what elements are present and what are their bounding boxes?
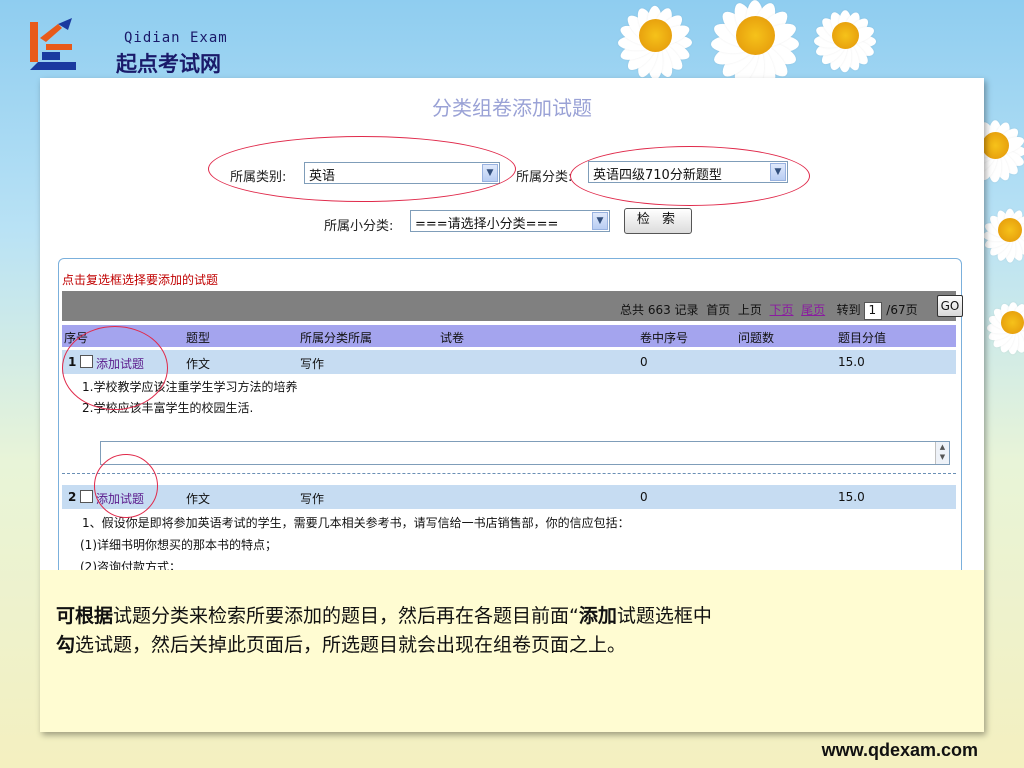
question-line: (2)咨询付款方式； — [80, 560, 181, 570]
pager-bar: 总共 663 记录 首页 上页 下页 尾页 转到 1 /67页 GO — [62, 291, 963, 321]
subclass-label: 所属小分类: — [324, 219, 394, 234]
daisy-core — [638, 18, 672, 52]
table-row: 1 添加试题 作文 写作 0 15.0 — [62, 350, 956, 374]
go-button[interactable]: GO — [937, 295, 963, 317]
row-type: 作文 — [186, 492, 211, 506]
caption-bold-1: 可根据 — [56, 605, 114, 627]
answer-textarea[interactable]: ▲ ▼ — [100, 441, 950, 465]
col-header-score: 题目分值 — [838, 331, 887, 345]
classify-label: 所属分类: — [516, 170, 573, 185]
pager-first[interactable]: 首页 — [706, 303, 730, 317]
brand-name-cn: 起点考试网 — [116, 51, 221, 76]
caption-bold-2: 添加 — [578, 605, 617, 627]
page-number-input[interactable]: 1 — [864, 301, 883, 320]
daisy-core — [981, 131, 1009, 159]
col-header-questions: 问题数 — [738, 331, 775, 345]
caption-text-3: 选试题，然后关掉此页面后，所选题目就会出现在组卷页面之上。 — [75, 634, 627, 656]
daisy-core — [831, 21, 859, 49]
daisy-core — [1001, 311, 1024, 334]
brand-name-en: Qidian Exam — [124, 30, 228, 46]
subclass-select-value: ===请选择小分类=== — [415, 217, 559, 232]
col-header-type: 题型 — [186, 331, 211, 345]
subclass-select[interactable]: ===请选择小分类=== ▼ — [410, 210, 610, 232]
brand-logo: Qidian Exam 起点考试网 — [28, 16, 228, 76]
caption-text-1: 试题分类来检索所要添加的题目，然后再在各题目前面“ — [113, 605, 579, 627]
table-header: 序号 题型 所属分类所属 试卷 卷中序号 问题数 题目分值 — [62, 325, 956, 347]
footer-url: www.qdexam.com — [821, 740, 978, 760]
logo-mark-icon — [30, 18, 76, 70]
col-header-index: 卷中序号 — [640, 331, 689, 345]
highlight-oval-add-1 — [62, 326, 168, 410]
daisy-decoration-top-far — [800, 0, 890, 80]
page-title: 分类组卷添加试题 — [432, 96, 592, 120]
row-number: 2 — [68, 490, 77, 504]
row-score: 15.0 — [838, 355, 865, 369]
row-type: 作文 — [186, 357, 211, 371]
chevron-down-icon: ▼ — [592, 212, 608, 230]
list-hint: 点击复选框选择要添加的试题 — [62, 273, 219, 287]
row-category: 写作 — [300, 357, 325, 371]
caption-bold-3: 勾 — [56, 634, 76, 656]
pager-prev[interactable]: 上页 — [738, 303, 762, 317]
table-row: 2 添加试题 作文 写作 0 15.0 — [62, 485, 956, 509]
embedded-screenshot: 分类组卷添加试题 所属类别: 英语 ▼ 所属分类: 英语四级710分新题型 ▼ … — [40, 78, 984, 570]
daisy-core — [735, 15, 775, 55]
search-button[interactable]: 检 索 — [624, 208, 692, 234]
question-line: 1、假设你是即将参加英语考试的学生，需要几本相关参考书，请写信给一书店销售部，你… — [82, 516, 630, 530]
daisy-core — [998, 218, 1022, 242]
col-header-paper: 试卷 — [440, 331, 465, 345]
row-index: 0 — [640, 355, 648, 369]
row-score: 15.0 — [838, 490, 865, 504]
question-line: (1)详细书明你想买的那本书的特点； — [80, 538, 277, 552]
row-checkbox[interactable] — [80, 490, 93, 503]
highlight-oval-classify — [570, 146, 810, 206]
slide-caption: 可根据试题分类来检索所要添加的题目，然后再在各题目前面“添加试题选框中勾选试题，… — [56, 602, 956, 660]
pager-goto-label: 转到 — [836, 303, 861, 317]
pager-last-link[interactable]: 尾页 — [801, 303, 825, 317]
pager-total: 总共 663 记录 — [620, 303, 699, 317]
pager-info: 总共 663 记录 首页 上页 下页 尾页 转到 1 /67页 — [620, 301, 918, 320]
highlight-oval-add-2 — [94, 454, 158, 518]
pager-next-link[interactable]: 下页 — [770, 303, 794, 317]
row-category: 写作 — [300, 492, 325, 506]
caption-text-2: 试题选框中 — [616, 605, 712, 627]
row-divider — [62, 473, 956, 474]
pager-total-pages: /67页 — [886, 303, 918, 317]
row-index: 0 — [640, 490, 648, 504]
scroll-arrows-icon[interactable]: ▲ ▼ — [935, 442, 949, 464]
col-header-category: 所属分类所属 — [300, 331, 373, 345]
highlight-oval-category — [208, 136, 516, 202]
